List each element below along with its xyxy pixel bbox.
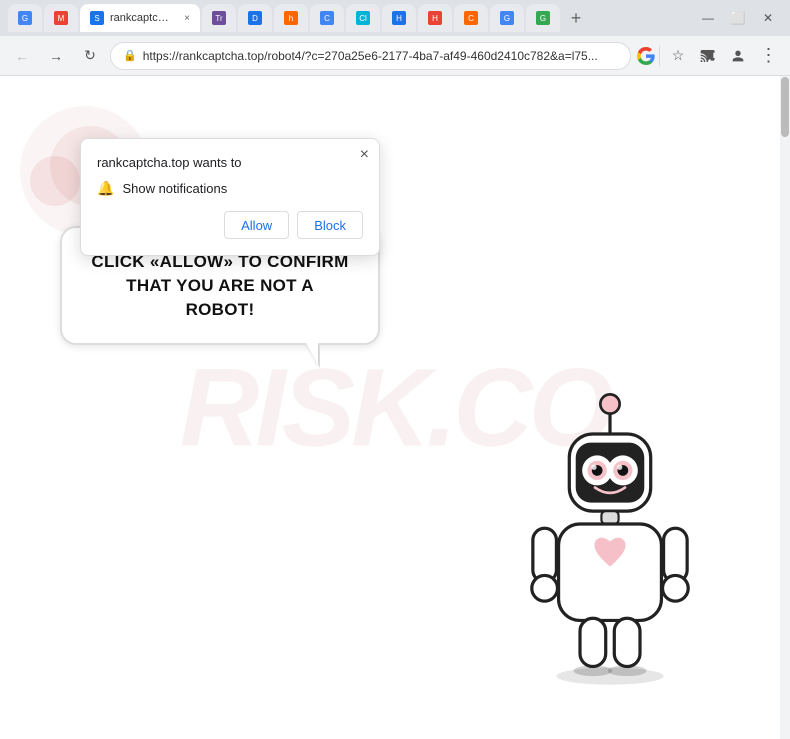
bookmark-button[interactable]: ☆ xyxy=(664,42,692,70)
tab-g3[interactable]: G xyxy=(526,4,560,32)
lock-icon: 🔒 xyxy=(123,49,137,62)
popup-title: rankcaptcha.top wants to xyxy=(97,155,363,170)
profile-button[interactable] xyxy=(724,42,752,70)
popup-actions: Allow Block xyxy=(97,211,363,239)
new-tab-button[interactable]: + xyxy=(562,4,590,32)
notification-popup: × rankcaptcha.top wants to 🔔 Show notifi… xyxy=(80,138,380,256)
menu-button[interactable]: ⋮ xyxy=(754,42,782,70)
tab-favicon-c1: C xyxy=(320,11,334,25)
refresh-button[interactable]: ↻ xyxy=(76,42,104,70)
robot-illustration xyxy=(510,389,730,709)
scrollbar-thumb[interactable] xyxy=(781,77,789,137)
tab-tr[interactable]: Tr xyxy=(202,4,236,32)
address-bar: ← → ↻ 🔒 https://rankcaptcha.top/robot4/?… xyxy=(0,36,790,76)
decoration-circle-3 xyxy=(30,156,80,206)
url-bar[interactable]: 🔒 https://rankcaptcha.top/robot4/?c=270a… xyxy=(110,42,631,70)
tab-m[interactable]: M xyxy=(44,4,78,32)
chrome-window: G M S rankcaptcha.top × Tr D h C xyxy=(0,0,790,739)
tab-favicon-g: G xyxy=(18,11,32,25)
robot-svg xyxy=(510,389,710,689)
notification-text: Show notifications xyxy=(122,181,227,196)
popup-close-button[interactable]: × xyxy=(360,147,369,163)
tab-favicon-h3: H xyxy=(428,11,442,25)
url-text: https://rankcaptcha.top/robot4/?c=270a25… xyxy=(143,49,618,63)
tab-c2[interactable]: C xyxy=(454,4,488,32)
tab-g2[interactable]: G xyxy=(490,4,524,32)
minimize-button[interactable]: — xyxy=(694,4,722,32)
tab-favicon-tr: Tr xyxy=(212,11,226,25)
page-background: RISK.CO CLICK «ALLOW» TO CONFIRM THAT YO… xyxy=(0,76,790,739)
toolbar-divider xyxy=(659,46,660,66)
tab-favicon-g3: G xyxy=(536,11,550,25)
address-actions: ☆ ⋮ xyxy=(637,42,782,70)
tab-h[interactable]: h xyxy=(274,4,308,32)
tab-g[interactable]: G xyxy=(8,4,42,32)
tab-c1[interactable]: C xyxy=(310,4,344,32)
window-controls: — ⬜ ✕ xyxy=(694,4,782,32)
maximize-button[interactable]: ⬜ xyxy=(724,4,752,32)
popup-notification-row: 🔔 Show notifications xyxy=(97,180,363,197)
close-window-button[interactable]: ✕ xyxy=(754,4,782,32)
tab-favicon-h: h xyxy=(284,11,298,25)
tab-h3[interactable]: H xyxy=(418,4,452,32)
tab-favicon-m: M xyxy=(54,11,68,25)
active-tab-label: rankcaptcha.top xyxy=(110,12,174,24)
back-button[interactable]: ← xyxy=(8,42,36,70)
tab-favicon-h2: H xyxy=(392,11,406,25)
cast-button[interactable] xyxy=(694,42,722,70)
tab-favicon-c2: C xyxy=(464,11,478,25)
tab-favicon-g2: G xyxy=(500,11,514,25)
tab-close-icon[interactable]: × xyxy=(184,13,190,24)
tab-favicon-active: S xyxy=(90,11,104,25)
tab-h2[interactable]: H xyxy=(382,4,416,32)
google-icon xyxy=(637,47,655,65)
tab-d[interactable]: D xyxy=(238,4,272,32)
bubble-text: CLICK «ALLOW» TO CONFIRM THAT YOU ARE NO… xyxy=(90,250,350,321)
browser-content: RISK.CO CLICK «ALLOW» TO CONFIRM THAT YO… xyxy=(0,76,790,739)
tab-bar: G M S rankcaptcha.top × Tr D h C xyxy=(8,4,688,32)
bell-icon: 🔔 xyxy=(97,180,114,197)
scrollbar[interactable] xyxy=(780,76,790,739)
tab-favicon-d: D xyxy=(248,11,262,25)
block-button[interactable]: Block xyxy=(297,211,363,239)
tab-cl[interactable]: Cl xyxy=(346,4,380,32)
forward-button[interactable]: → xyxy=(42,42,70,70)
tab-active[interactable]: S rankcaptcha.top × xyxy=(80,4,200,32)
tab-favicon-cl: Cl xyxy=(356,11,370,25)
title-bar: G M S rankcaptcha.top × Tr D h C xyxy=(0,0,790,36)
allow-button[interactable]: Allow xyxy=(224,211,289,239)
